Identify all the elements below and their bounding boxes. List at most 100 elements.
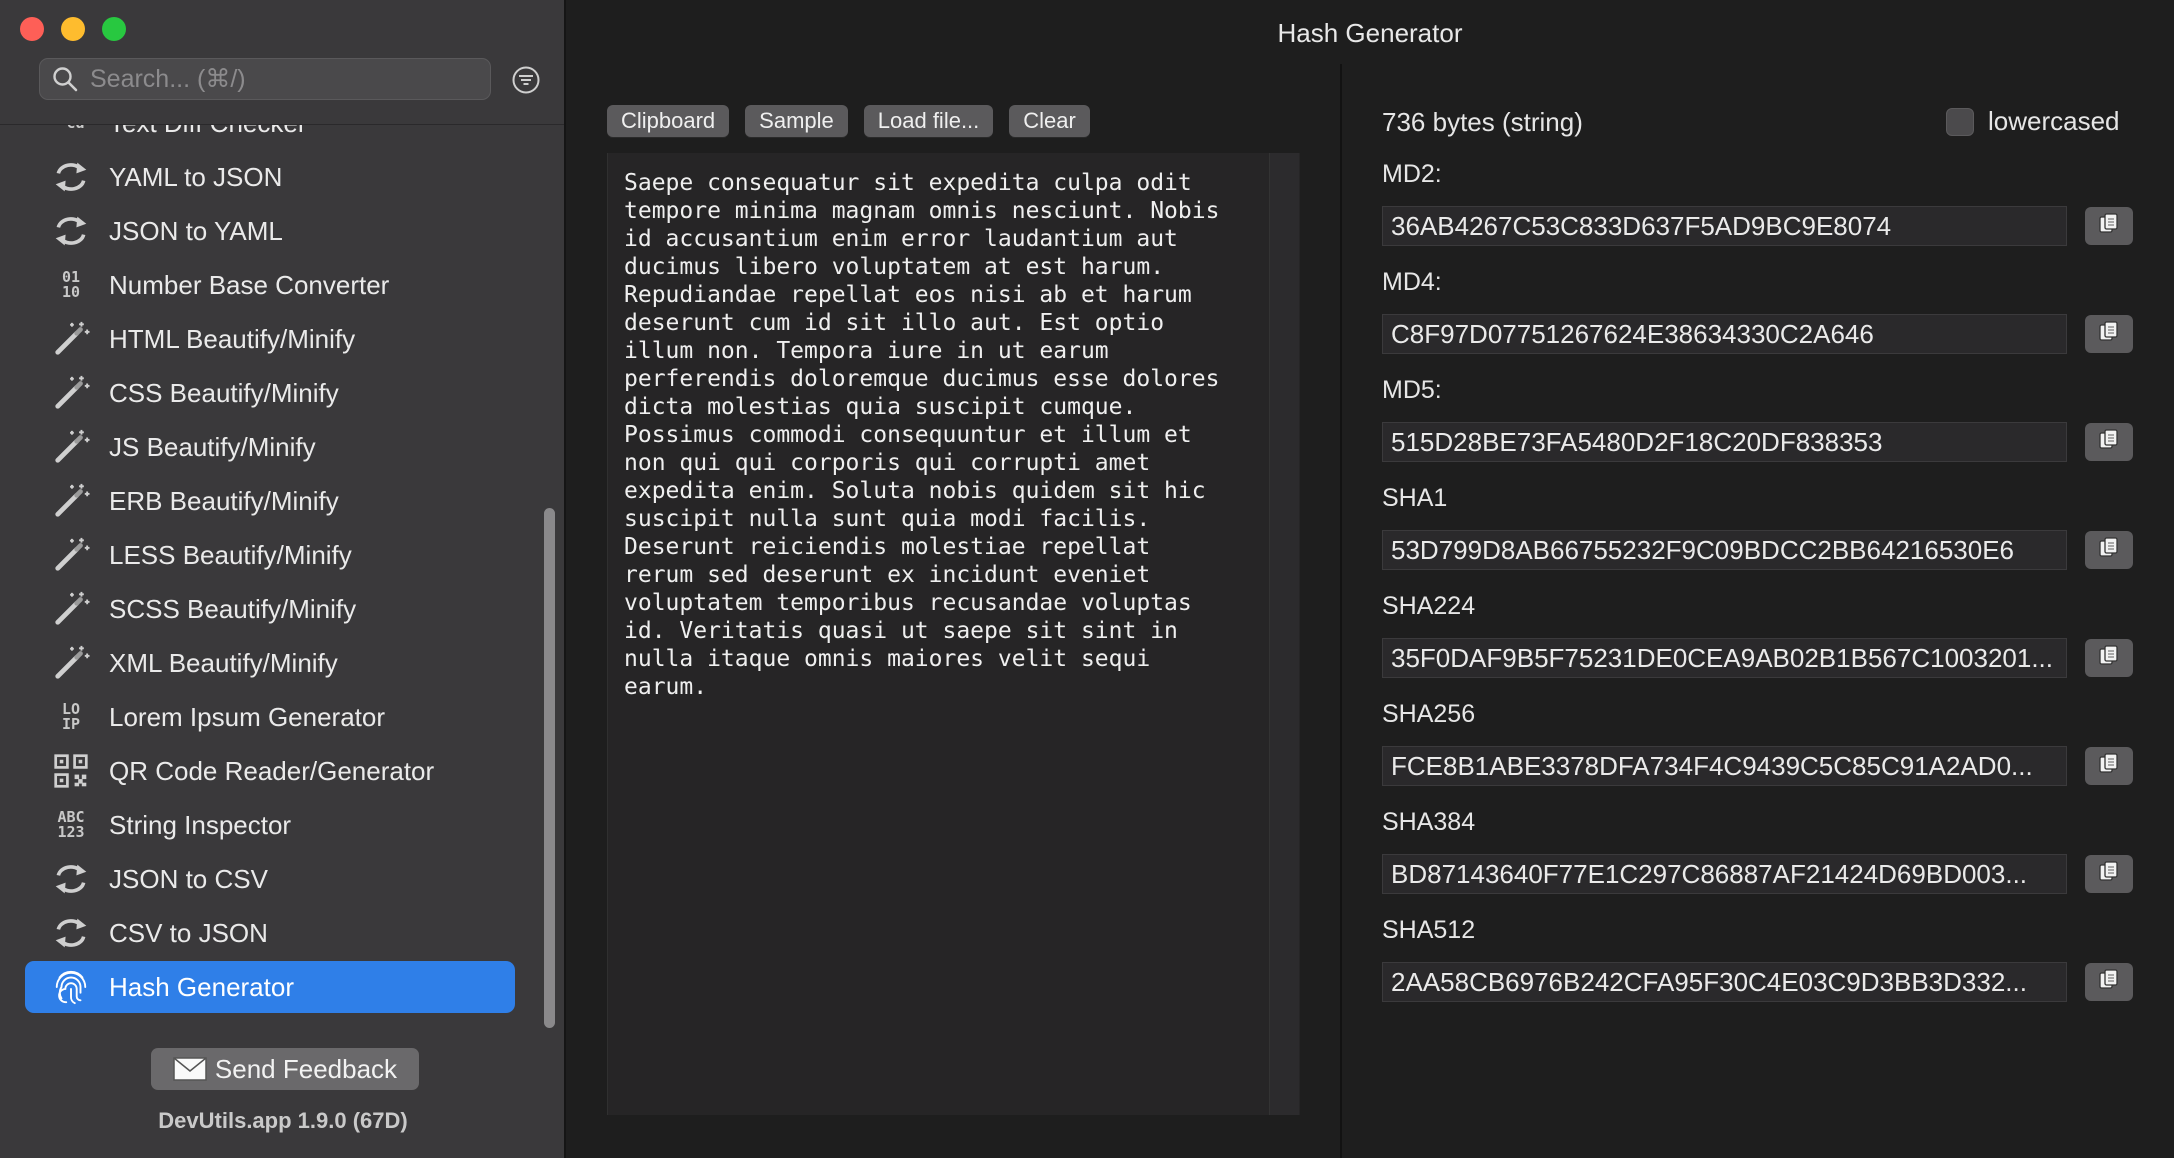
sha224-hash-field[interactable]: 35F0DAF9B5F75231DE0CEA9AB02B1B567C100320… bbox=[1382, 638, 2067, 678]
clipboard-button[interactable]: Clipboard bbox=[607, 105, 730, 137]
sidebar-item-erb-beautify-minify[interactable]: ERB Beautify/Minify bbox=[25, 475, 515, 527]
sidebar-item-label: String Inspector bbox=[109, 809, 292, 840]
sha1-hash-field[interactable]: 53D799D8AB66755232F9C09BDCC2BB64216530E6 bbox=[1382, 530, 2067, 570]
search-box[interactable] bbox=[39, 58, 491, 100]
md4-hash-field[interactable]: C8F97D07751267624E38634330C2A646 bbox=[1382, 314, 2067, 354]
convert-arrows-icon bbox=[51, 157, 91, 197]
copy-icon bbox=[2097, 428, 2121, 457]
input-editor[interactable]: Saepe consequatur sit expedita culpa odi… bbox=[607, 153, 1300, 1115]
sha512-label: SHA512 bbox=[1382, 916, 1476, 944]
sha256-hash-field[interactable]: FCE8B1ABE3378DFA734F4C9439C5C85C91A2AD0.… bbox=[1382, 746, 2067, 786]
md4-label: MD4: bbox=[1382, 268, 1442, 296]
sidebar-item-json-to-yaml[interactable]: JSON to YAML bbox=[25, 205, 515, 257]
input-text[interactable]: Saepe consequatur sit expedita culpa odi… bbox=[624, 169, 1274, 701]
magic-wand-icon bbox=[51, 373, 91, 413]
sidebar-item-hash-generator[interactable]: Hash Generator bbox=[25, 961, 515, 1013]
sidebar-item-scss-beautify-minify[interactable]: SCSS Beautify/Minify bbox=[25, 583, 515, 635]
lowercased-checkbox[interactable] bbox=[1946, 107, 1974, 136]
copy-sha1-button[interactable] bbox=[2085, 531, 2133, 569]
sidebar-item-qr-code-reader-generator[interactable]: QR Code Reader/Generator bbox=[25, 745, 515, 797]
clear-button[interactable]: Clear bbox=[1009, 105, 1090, 137]
minimize-window-button[interactable] bbox=[61, 17, 85, 41]
copy-icon bbox=[2097, 752, 2121, 781]
maximize-window-button[interactable] bbox=[102, 17, 126, 41]
sample-button[interactable]: Sample bbox=[745, 105, 848, 137]
lowercased-label: lowercased bbox=[1988, 106, 2120, 136]
byte-count: 736 bytes (string) bbox=[1382, 107, 1583, 137]
sidebar-item-number-base-converter[interactable]: 01 10 Number Base Converter bbox=[25, 259, 515, 311]
md5-label: MD5: bbox=[1382, 376, 1442, 404]
convert-arrows-icon bbox=[51, 211, 91, 251]
copy-sha256-button[interactable] bbox=[2085, 747, 2133, 785]
md2-label: MD2: bbox=[1382, 160, 1442, 188]
sidebar-item-csv-to-json[interactable]: CSV to JSON bbox=[25, 907, 515, 959]
copy-icon bbox=[2097, 536, 2121, 565]
sidebar-item-xml-beautify-minify[interactable]: XML Beautify/Minify bbox=[25, 637, 515, 689]
sidebar-item-label: JSON to YAML bbox=[109, 215, 283, 246]
sha384-hash-field[interactable]: BD87143640F77E1C297C86887AF21424D69BD003… bbox=[1382, 854, 2067, 894]
sidebar-item-css-beautify-minify[interactable]: CSS Beautify/Minify bbox=[25, 367, 515, 419]
sidebar-item-text-diff-checker[interactable]: -cd Text Diff Checker bbox=[25, 125, 515, 149]
sha384-label: SHA384 bbox=[1382, 808, 1476, 836]
magic-wand-icon bbox=[51, 535, 91, 575]
envelope-icon bbox=[173, 1057, 207, 1081]
sidebar-item-label: HTML Beautify/Minify bbox=[109, 323, 356, 354]
sidebar-item-label: QR Code Reader/Generator bbox=[109, 755, 435, 786]
sidebar-item-html-beautify-minify[interactable]: HTML Beautify/Minify bbox=[25, 313, 515, 365]
send-feedback-label: Send Feedback bbox=[214, 1053, 398, 1084]
sidebar-item-label: Text Diff Checker bbox=[109, 125, 306, 139]
sidebar-item-label: LESS Beautify/Minify bbox=[109, 539, 352, 570]
window-title: Hash Generator bbox=[1277, 18, 1463, 48]
pane-divider[interactable] bbox=[1340, 64, 1342, 1158]
sidebar-scrollbar[interactable] bbox=[544, 508, 555, 1028]
magic-wand-icon bbox=[51, 589, 91, 629]
copy-icon bbox=[2097, 320, 2121, 349]
md2-hash-field[interactable]: 36AB4267C53C833D637F5AD9BC9E8074 bbox=[1382, 206, 2067, 246]
sidebar-item-yaml-to-json[interactable]: YAML to JSON bbox=[25, 151, 515, 203]
load-file-button[interactable]: Load file... bbox=[863, 105, 994, 137]
sidebar-item-json-to-csv[interactable]: JSON to CSV bbox=[25, 853, 515, 905]
copy-md5-button[interactable] bbox=[2085, 423, 2133, 461]
sidebar-item-label: CSS Beautify/Minify bbox=[109, 377, 339, 408]
close-window-button[interactable] bbox=[20, 17, 44, 41]
sha224-label: SHA224 bbox=[1382, 592, 1476, 620]
sidebar: -cd Text Diff Checker YAML to JSON JSON to … bbox=[0, 0, 566, 1158]
md5-hash-field[interactable]: 515D28BE73FA5480D2F18C20DF838353 bbox=[1382, 422, 2067, 462]
copy-sha224-button[interactable] bbox=[2085, 639, 2133, 677]
search-icon bbox=[53, 67, 78, 92]
string-inspector-icon: ABC 123 bbox=[57, 808, 85, 841]
sidebar-item-label: Lorem Ipsum Generator bbox=[109, 701, 386, 732]
lowercased-toggle[interactable]: lowercased bbox=[1946, 106, 2120, 137]
filter-icon[interactable] bbox=[510, 64, 542, 96]
copy-md2-button[interactable] bbox=[2085, 207, 2133, 245]
magic-wand-icon bbox=[51, 643, 91, 683]
window-controls bbox=[20, 17, 126, 41]
magic-wand-icon bbox=[51, 319, 91, 359]
sidebar-item-label: ERB Beautify/Minify bbox=[109, 485, 339, 516]
copy-icon bbox=[2097, 968, 2121, 997]
sha256-label: SHA256 bbox=[1382, 700, 1476, 728]
search-input[interactable] bbox=[90, 64, 470, 94]
sidebar-item-less-beautify-minify[interactable]: LESS Beautify/Minify bbox=[25, 529, 515, 581]
copy-sha512-button[interactable] bbox=[2085, 963, 2133, 1001]
copy-icon bbox=[2097, 860, 2121, 889]
tool-list: -cd Text Diff Checker YAML to JSON JSON to … bbox=[0, 125, 545, 1025]
editor-scrollbar[interactable] bbox=[1269, 153, 1299, 1115]
sha512-hash-field[interactable]: 2AA58CB6976B242CFA95F30C4E03C9D3BB3D332.… bbox=[1382, 962, 2067, 1002]
sidebar-item-js-beautify-minify[interactable]: JS Beautify/Minify bbox=[25, 421, 515, 473]
send-feedback-button[interactable]: Send Feedback bbox=[151, 1048, 419, 1090]
copy-sha384-button[interactable] bbox=[2085, 855, 2133, 893]
convert-arrows-icon bbox=[51, 859, 91, 899]
sidebar-item-string-inspector[interactable]: ABC 123 String Inspector bbox=[25, 799, 515, 851]
sidebar-item-label: XML Beautify/Minify bbox=[109, 647, 338, 678]
copy-md4-button[interactable] bbox=[2085, 315, 2133, 353]
app-version: DevUtils.app 1.9.0 (67D) bbox=[158, 1108, 408, 1133]
copy-icon bbox=[2097, 644, 2121, 673]
convert-arrows-icon bbox=[51, 913, 91, 953]
sha1-label: SHA1 bbox=[1382, 484, 1448, 512]
qr-code-icon bbox=[51, 751, 91, 791]
sidebar-item-lorem-ipsum-generator[interactable]: LO IP Lorem Ipsum Generator bbox=[25, 691, 515, 743]
sidebar-item-label: CSV to JSON bbox=[109, 917, 268, 948]
lorem-ipsum-icon: LO IP bbox=[61, 700, 81, 733]
fingerprint-icon bbox=[51, 967, 91, 1007]
